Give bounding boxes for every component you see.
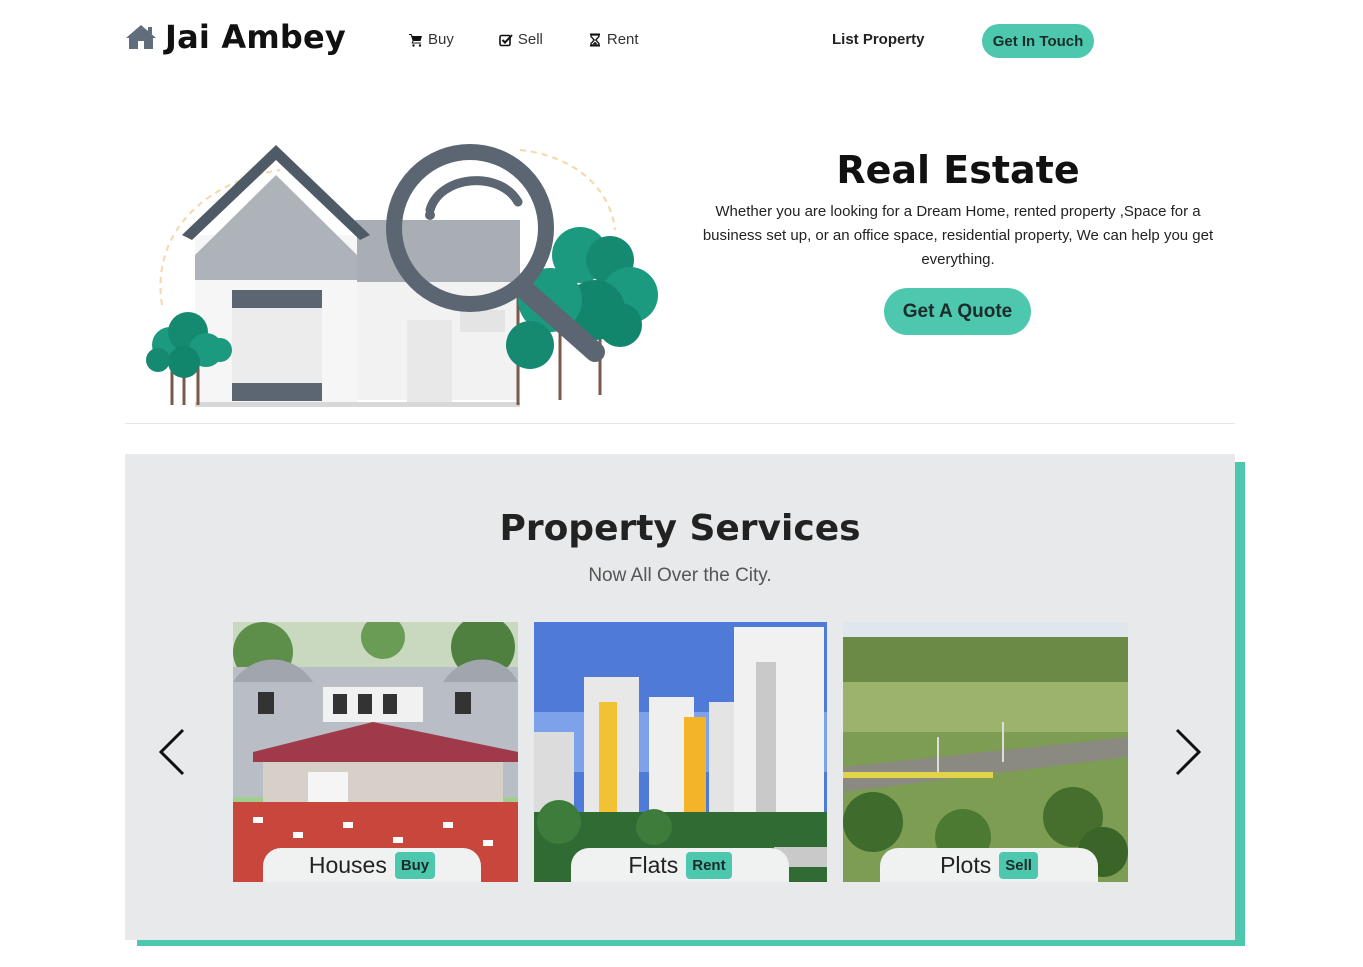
flats-photo: [534, 622, 827, 882]
navbar: Jai Ambey Buy Sell Rent List Property Ge…: [0, 0, 1363, 80]
home-icon: [126, 25, 156, 49]
service-card-houses[interactable]: Houses Buy: [233, 622, 518, 882]
hero-divider: [125, 423, 1235, 424]
service-card-plots[interactable]: Plots Sell: [843, 622, 1128, 882]
service-card-flats[interactable]: Flats Rent: [534, 622, 827, 882]
card-label: Plots Sell: [880, 848, 1098, 882]
nav-link-label: Sell: [517, 31, 543, 48]
services-title: Property Services: [499, 508, 861, 549]
house-search-illustration: [146, 144, 658, 407]
nav-link-label: Rent: [606, 31, 639, 48]
card-label: Houses Buy: [263, 848, 481, 882]
carousel-prev-chevron-icon[interactable]: [157, 726, 187, 778]
carousel-next-chevron-icon[interactable]: [1173, 726, 1203, 778]
check-square-icon: [499, 33, 513, 46]
hero-title: Real Estate: [836, 148, 1080, 192]
get-in-touch-button[interactable]: Get In Touch: [982, 24, 1094, 58]
hero-description: Whether you are looking for a Dream Home…: [702, 203, 1214, 268]
get-a-quote-button[interactable]: Get A Quote: [884, 288, 1031, 335]
nav-links: Buy Sell Rent: [409, 31, 684, 48]
hourglass-icon: [589, 33, 600, 46]
tree-right-icon: [506, 227, 658, 405]
brand-name: Jai Ambey: [165, 18, 346, 56]
card-name: Flats: [628, 851, 679, 878]
brand-logo[interactable]: Jai Ambey: [125, 18, 346, 56]
nav-link-buy[interactable]: Buy: [409, 31, 454, 48]
property-services-section: Property Services Now All Over the City.: [125, 454, 1235, 940]
card-badge: Rent: [686, 851, 732, 879]
plots-photo: [843, 622, 1128, 882]
nav-link-label: Buy: [428, 31, 454, 48]
list-property-link[interactable]: List Property: [832, 31, 925, 48]
house-photo: [233, 622, 518, 882]
nav-link-sell[interactable]: Sell: [499, 31, 543, 48]
cart-icon: [409, 33, 422, 47]
card-name: Houses: [308, 851, 387, 878]
card-badge: Sell: [999, 851, 1038, 879]
nav-link-rent[interactable]: Rent: [588, 31, 639, 48]
card-badge: Buy: [394, 851, 436, 879]
card-name: Plots: [940, 851, 992, 878]
services-subtitle: Now All Over the City.: [588, 565, 772, 586]
card-label: Flats Rent: [571, 848, 789, 882]
